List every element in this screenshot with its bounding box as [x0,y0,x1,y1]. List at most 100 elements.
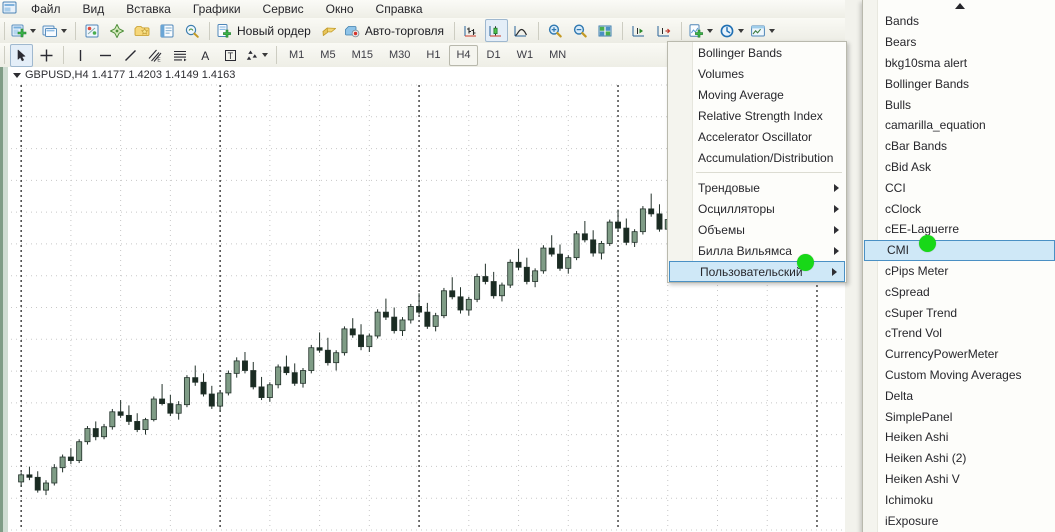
line-chart-button[interactable] [510,19,533,42]
text-label-button[interactable]: T [219,44,242,67]
submenu-item-cbar-bands[interactable]: cBar Bands [863,136,1055,157]
horizontal-line-icon [100,54,111,56]
chevron-down-icon[interactable] [707,28,714,33]
indicators-button[interactable] [687,19,716,42]
submenu-item-bollinger-bands[interactable]: Bollinger Bands [863,73,1055,94]
timeframe-m15[interactable]: M15 [345,45,380,66]
chart-shift-button[interactable] [653,19,676,42]
timeframe-h1[interactable]: H1 [419,45,447,66]
submenu-item-ctrend-vol[interactable]: cTrend Vol [863,323,1055,344]
menu-charts[interactable]: Графики [182,1,252,18]
submenu-item-bulls[interactable]: Bulls [863,94,1055,115]
submenu-item-cbid-ask[interactable]: cBid Ask [863,157,1055,178]
chart-collapse-icon[interactable] [13,72,21,78]
indicators-dropdown-menu[interactable]: Bollinger Bands Volumes Moving Average Rela… [667,41,847,283]
auto-scroll-button[interactable] [628,19,651,42]
chevron-down-icon[interactable] [262,53,268,57]
menu-window[interactable]: Окно [315,1,365,18]
submenu-item-cmi[interactable]: CMI [864,239,1055,261]
menu-item-moving-average[interactable]: Moving Average [668,84,846,105]
menu-item-relative-strength-index[interactable]: Relative Strength Index [668,105,846,126]
timeframe-m1[interactable]: M1 [282,45,311,66]
submenu-item-currencypowermeter[interactable]: CurrencyPowerMeter [863,344,1055,365]
autotrading-label[interactable]: Авто-торговля [361,24,448,38]
menu-item-объемы[interactable]: Объемы [668,219,846,240]
terminal-button[interactable] [181,19,204,42]
candlestick-chart-button[interactable] [485,19,509,42]
menu-item-билла-вильямса[interactable]: Билла Вильямса [668,240,846,261]
timeframe-mn[interactable]: MN [542,45,573,66]
submenu-item-cci[interactable]: CCI [863,177,1055,198]
submenu-item-bkg10sma-alert[interactable]: bkg10sma alert [863,53,1055,74]
submenu-item-heiken-ashi-v[interactable]: Heiken Ashi V [863,469,1055,490]
vertical-line-button[interactable] [69,44,92,67]
submenu-item-csuper-trend[interactable]: cSuper Trend [863,302,1055,323]
templates-button[interactable] [749,19,778,42]
submenu-item-cee-laguerre[interactable]: cEE-Laguerre [863,219,1055,240]
tile-windows-button[interactable] [594,19,617,42]
fibonacci-button[interactable] [169,44,192,67]
horizontal-line-button[interactable] [94,44,117,67]
favorites-button[interactable] [131,19,154,42]
submenu-item-cpips-meter[interactable]: cPips Meter [863,261,1055,282]
zoom-out-button[interactable] [569,19,592,42]
submenu-item-bears[interactable]: Bears [863,32,1055,53]
menu-item-volumes[interactable]: Volumes [668,63,846,84]
submenu-item-cspread[interactable]: cSpread [863,281,1055,302]
mql-community-button[interactable] [318,19,341,42]
chevron-down-icon[interactable] [738,28,745,33]
menu-tools[interactable]: Сервис [252,1,315,18]
zoom-in-button[interactable] [544,19,567,42]
navigator-button[interactable] [106,19,129,42]
menu-item-accelerator-oscillator[interactable]: Accelerator Oscillator [668,126,846,147]
submenu-item-iexposure[interactable]: iExposure [863,510,1055,531]
templates-icon [751,25,765,36]
chevron-down-icon[interactable] [61,28,67,33]
chevron-down-icon[interactable] [30,28,36,33]
submenu-item-ichimoku[interactable]: Ichimoku [863,489,1055,510]
new-order-label[interactable]: Новый ордер [233,24,315,38]
chart-title[interactable]: GBPUSD,H4 1.4177 1.4203 1.4149 1.4163 [13,69,235,81]
submenu-item-cclock[interactable]: cClock [863,198,1055,219]
submenu-item-heiken-ashi-2[interactable]: Heiken Ashi (2) [863,448,1055,469]
timeframe-m30[interactable]: M30 [382,45,417,66]
menu-item-осцилляторы[interactable]: Осцилляторы [668,198,846,219]
timeframe-h4[interactable]: H4 [449,44,478,66]
text-button[interactable]: A [194,44,217,67]
menu-item-трендовые[interactable]: Трендовые [668,177,846,198]
shapes-button[interactable] [244,44,271,67]
submenu-item-simplepanel[interactable]: SimplePanel [863,406,1055,427]
custom-indicators-submenu[interactable]: Bands Bears bkg10sma alert Bollinger Bands B… [862,0,1055,532]
equidistant-channel-button[interactable]: E [144,44,167,67]
cursor-button[interactable] [10,43,33,67]
new-chart-button[interactable] [10,19,39,42]
bar-chart-button[interactable] [460,19,483,42]
submenu-item-camarilla-equation[interactable]: camarilla_equation [863,115,1055,136]
menu-item-пользовательский[interactable]: Пользовательский [669,261,845,282]
market-watch-button[interactable] [81,19,104,42]
menu-file[interactable]: Файл [20,1,72,18]
menu-view[interactable]: Вид [72,1,116,18]
menu-item-bollinger-bands[interactable]: Bollinger Bands [668,42,846,63]
chevron-down-icon[interactable] [769,28,776,33]
profiles-button[interactable] [41,19,70,42]
trendline-button[interactable] [119,44,142,67]
submenu-item-custom-moving-averages[interactable]: Custom Moving Averages [863,365,1055,386]
menu-item-accumulation-distribution[interactable]: Accumulation/Distribution [668,147,846,168]
submenu-item-heiken-ashi[interactable]: Heiken Ashi [863,427,1055,448]
periods-button[interactable] [718,19,747,42]
timeframe-d1[interactable]: D1 [480,45,508,66]
shapes-icon [246,50,257,60]
timeframe-m5[interactable]: M5 [313,45,342,66]
crosshair-button[interactable] [35,44,58,67]
menu-insert[interactable]: Вставка [115,1,182,18]
autotrading-button[interactable]: Авто-торговля [343,19,449,42]
submenu-item-bands[interactable]: Bands [863,11,1055,32]
menu-item-label: Volumes [698,66,745,81]
new-order-button[interactable]: Новый ордер [215,19,316,42]
timeframe-w1[interactable]: W1 [510,45,541,66]
data-window-button[interactable] [156,19,179,42]
scroll-up-arrow-icon[interactable] [863,0,1055,11]
menu-help[interactable]: Справка [365,1,434,18]
submenu-item-delta[interactable]: Delta [863,385,1055,406]
